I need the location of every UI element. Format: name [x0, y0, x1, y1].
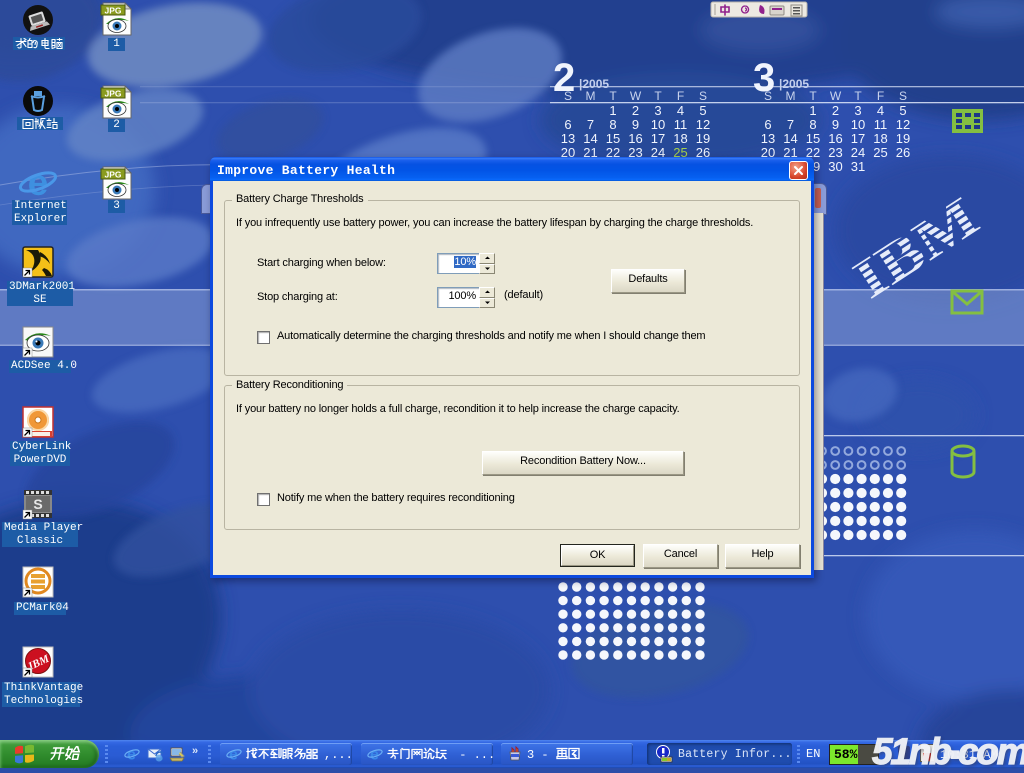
svg-text:JPG: JPG [104, 6, 121, 16]
svg-text:e: e [370, 747, 379, 763]
svg-text:e: e [28, 163, 49, 201]
svg-text:JPG: JPG [104, 89, 121, 99]
svg-text:S: S [33, 496, 42, 512]
svg-text:e: e [127, 747, 136, 763]
svg-text:e: e [229, 747, 238, 763]
svg-text:JPG: JPG [104, 170, 121, 180]
